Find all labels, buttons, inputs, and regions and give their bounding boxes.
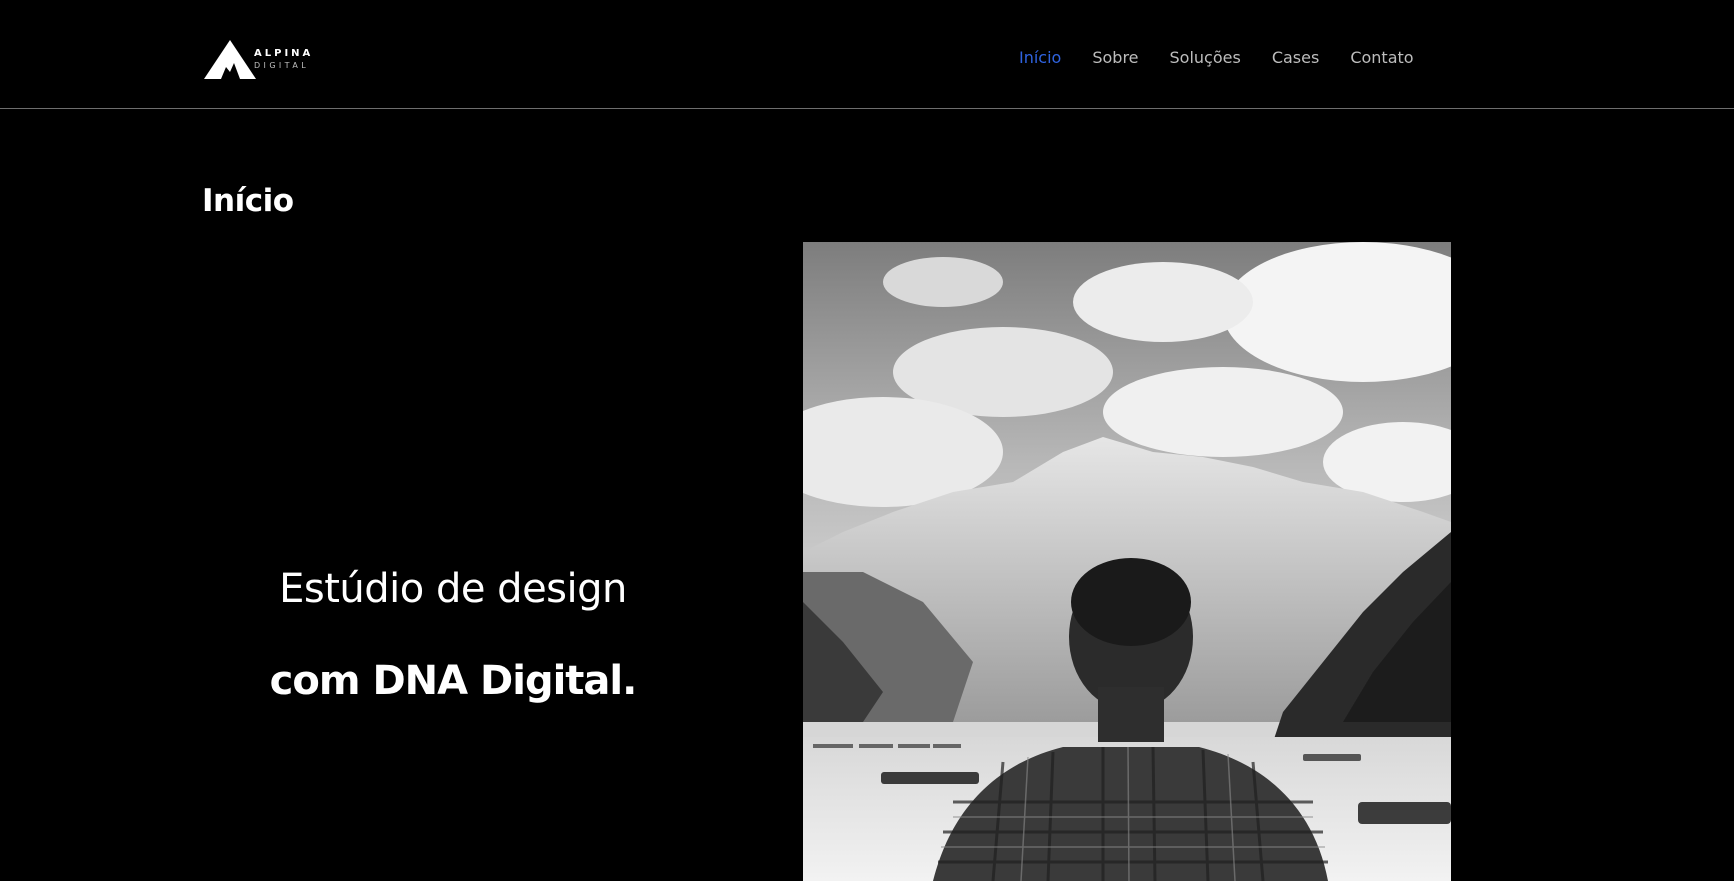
nav-item-sobre[interactable]: Sobre xyxy=(1092,48,1138,67)
brand-wordmark: ALPINA DIGITAL xyxy=(254,47,314,70)
hero-headline-line1: Estúdio de design xyxy=(279,566,627,612)
brand-name-line2: DIGITAL xyxy=(254,60,310,70)
hero-headline-line2: com DNA Digital. xyxy=(269,658,638,704)
nav-item-contato[interactable]: Contato xyxy=(1350,48,1413,67)
brand-logo[interactable]: ALPINA DIGITAL xyxy=(202,38,332,80)
nav-item-cases[interactable]: Cases xyxy=(1272,48,1320,67)
mountain-logo-icon xyxy=(204,39,256,79)
nav-item-solucoes[interactable]: Soluções xyxy=(1170,48,1241,67)
page-title: Início xyxy=(202,183,294,219)
nav-item-inicio[interactable]: Início xyxy=(1019,48,1061,67)
main-nav: Início Sobre Soluções Cases Contato xyxy=(1019,48,1414,67)
site-header: ALPINA DIGITAL Início Sobre Soluções Cas… xyxy=(0,0,1734,109)
hero-photo xyxy=(803,242,1451,881)
hero-photo-illustration xyxy=(803,242,1451,881)
brand-name-line1: ALPINA xyxy=(254,47,314,59)
